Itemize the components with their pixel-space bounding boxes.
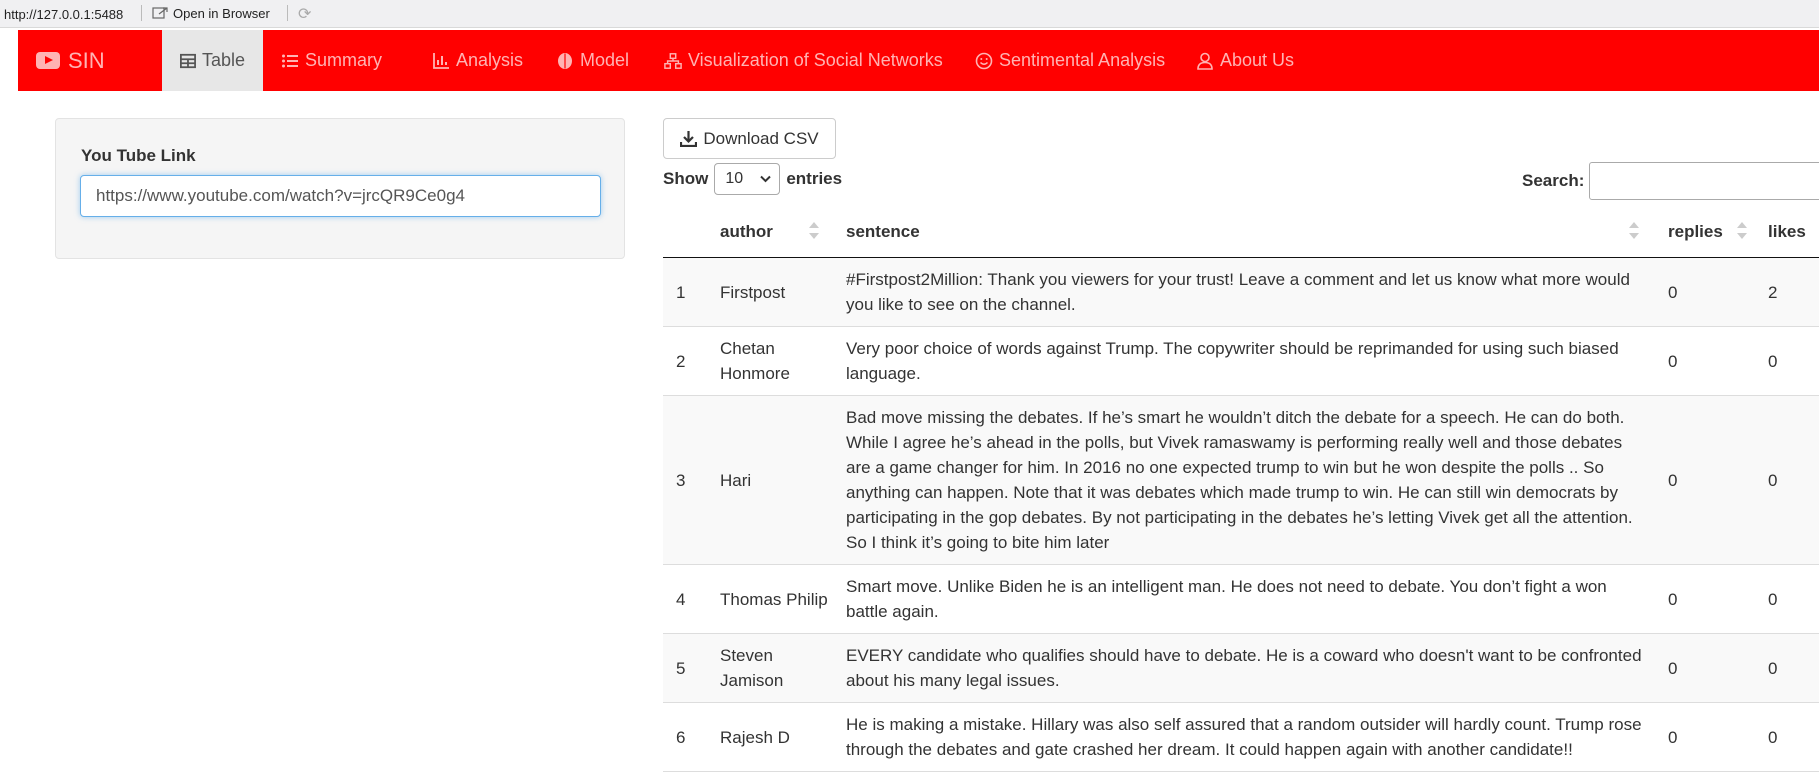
entries-select-value: 10 — [725, 170, 744, 187]
tab-summary[interactable]: Summary — [263, 30, 400, 91]
external-window-icon — [152, 6, 168, 19]
tab-about-us-label: About Us — [1220, 50, 1295, 70]
column-header-likes[interactable]: likes — [1768, 222, 1806, 242]
table-row[interactable]: 6 Rajesh D He is making a mistake. Hillary… — [663, 703, 1819, 772]
toolbar-divider — [141, 5, 142, 21]
tab-sentimental-analysis[interactable]: Sentimental Analysis — [957, 30, 1183, 91]
tab-model-label: Model — [580, 50, 630, 70]
tab-visualization[interactable]: Visualization of Social Networks — [646, 30, 961, 91]
tab-table[interactable]: Table — [162, 30, 263, 91]
replies-cell: 0 — [1668, 727, 1678, 747]
row-number-cell: 4 — [676, 589, 686, 609]
author-cell: Steven Jamison — [720, 646, 784, 690]
column-header-replies[interactable]: replies — [1668, 222, 1723, 242]
download-csv-button[interactable]: Download CSV — [663, 118, 836, 159]
row-number-cell: 3 — [676, 470, 686, 490]
author-cell: Rajesh D — [720, 727, 790, 747]
entries-select[interactable]: 10 — [714, 163, 781, 195]
likes-cell: 0 — [1768, 470, 1778, 490]
smile-icon — [975, 52, 993, 69]
replies-cell: 0 — [1668, 589, 1678, 609]
open-in-browser-button[interactable]: Open in Browser — [152, 6, 270, 21]
author-cell: Hari — [720, 470, 752, 490]
table-row[interactable]: 5 Steven Jamison EVERY candidate who quali… — [663, 634, 1819, 703]
search-label: Search: — [1522, 171, 1585, 190]
download-csv-label: Download CSV — [703, 128, 819, 148]
table-icon — [180, 53, 196, 68]
table-row[interactable]: 4 Thomas Philip Smart move. Unlike Biden h… — [663, 565, 1819, 634]
table-row[interactable]: 1 Firstpost #Firstpost2Million: Thank you … — [663, 258, 1819, 327]
sentence-cell: Bad move missing the debates. If he’s sm… — [846, 408, 1633, 552]
author-cell: Thomas Philip — [720, 589, 828, 609]
row-number-cell: 1 — [676, 282, 686, 302]
sentence-cell: He is making a mistake. Hillary was also… — [846, 715, 1642, 759]
entries-label: entries — [786, 169, 843, 188]
open-in-browser-label: Open in Browser — [173, 6, 270, 21]
replies-cell: 0 — [1668, 658, 1678, 678]
sentence-cell: Smart move. Unlike Biden he is an intell… — [846, 577, 1607, 621]
tab-analysis[interactable]: Analysis — [414, 30, 541, 91]
table-body: 1 Firstpost #Firstpost2Million: Thank you … — [663, 258, 1819, 772]
list-icon — [282, 54, 298, 67]
youtube-link-label: You Tube Link — [81, 146, 196, 165]
toolbar-divider — [287, 5, 288, 21]
chevron-down-icon — [760, 175, 772, 183]
youtube-icon — [36, 52, 60, 69]
table-search: Search: — [1522, 162, 1819, 200]
table-row[interactable]: 3 Hari Bad move missing the debates. If he… — [663, 396, 1819, 565]
row-number-cell: 6 — [676, 727, 686, 747]
likes-cell: 0 — [1768, 589, 1778, 609]
navbar: SIN Table Summary Analysis Model Visuali… — [18, 30, 1819, 91]
url-text[interactable]: http://127.0.0.1:5488 — [4, 7, 123, 22]
show-label: Show — [663, 169, 709, 188]
browser-toolbar: http://127.0.0.1:5488 Open in Browser ⟳ — [0, 0, 1819, 28]
navbar-brand[interactable]: SIN — [36, 30, 105, 91]
input-panel: You Tube Link — [55, 118, 625, 259]
replies-cell: 0 — [1668, 351, 1678, 371]
tab-sentimental-analysis-label: Sentimental Analysis — [999, 50, 1166, 70]
sentence-cell: Very poor choice of words against Trump.… — [846, 339, 1619, 383]
user-icon — [1197, 52, 1213, 70]
likes-cell: 0 — [1768, 351, 1778, 371]
sitemap-icon — [664, 52, 682, 69]
download-icon — [680, 131, 698, 147]
author-cell: Firstpost — [720, 282, 786, 302]
replies-cell: 0 — [1668, 470, 1678, 490]
sort-icon[interactable] — [1629, 220, 1639, 242]
show-entries: Show 10 entries — [663, 162, 842, 196]
bar-chart-icon — [433, 52, 449, 69]
tab-about-us[interactable]: About Us — [1178, 30, 1312, 91]
sentence-cell: EVERY candidate who qualifies should hav… — [846, 646, 1642, 690]
column-header-sentence[interactable]: sentence — [846, 222, 920, 242]
likes-cell: 0 — [1768, 727, 1778, 747]
brand-label: SIN — [68, 47, 105, 73]
tab-table-label: Table — [201, 50, 245, 70]
tab-analysis-label: Analysis — [456, 50, 524, 70]
sort-icon[interactable] — [809, 220, 819, 242]
table-header: author sentence replies likes — [663, 210, 1819, 258]
tab-summary-label: Summary — [305, 50, 383, 70]
row-number-cell: 5 — [676, 658, 686, 678]
column-header-author[interactable]: author — [720, 222, 773, 242]
table-row[interactable]: 2 Chetan Honmore Very poor choice of words… — [663, 327, 1819, 396]
likes-cell: 0 — [1768, 658, 1778, 678]
likes-cell: 2 — [1768, 282, 1778, 302]
tab-visualization-label: Visualization of Social Networks — [688, 50, 943, 70]
row-number-cell: 2 — [676, 351, 686, 371]
data-table: author sentence replies likes 1 Firstpost… — [663, 210, 1819, 772]
refresh-icon[interactable]: ⟳ — [298, 4, 311, 24]
tab-model[interactable]: Model — [538, 30, 647, 91]
youtube-link-input[interactable] — [80, 175, 601, 217]
brain-icon — [558, 52, 572, 69]
author-cell: Chetan Honmore — [720, 339, 790, 383]
sentence-cell: #Firstpost2Million: Thank you viewers fo… — [846, 270, 1630, 314]
replies-cell: 0 — [1668, 282, 1678, 302]
sort-icon[interactable] — [1737, 220, 1747, 242]
search-input[interactable] — [1589, 162, 1819, 200]
